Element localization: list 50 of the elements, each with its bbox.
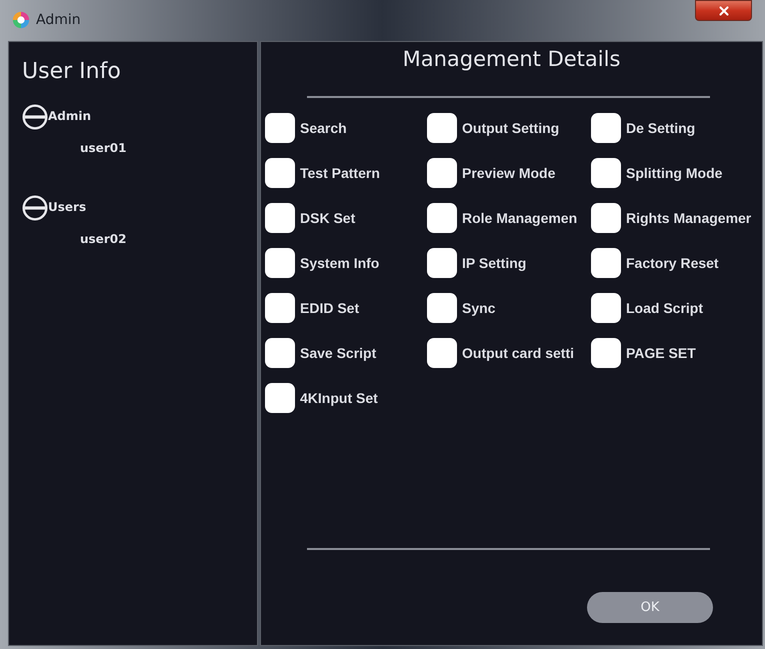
checkbox-label: Search xyxy=(300,119,347,137)
checkbox-label: Load Script xyxy=(626,299,704,317)
checkbox-label: DSK Set xyxy=(300,209,356,227)
checkbox-label: Test Pattern xyxy=(300,164,380,182)
minus-circle-icon[interactable] xyxy=(22,104,48,130)
checkbox[interactable] xyxy=(427,248,457,278)
checkbox[interactable] xyxy=(265,338,295,368)
window-title: Admin xyxy=(36,11,81,29)
checkbox[interactable] xyxy=(265,383,295,413)
checkbox-label: System Info xyxy=(300,254,380,272)
checkbox-label: Preview Mode xyxy=(462,164,556,182)
close-icon xyxy=(716,4,730,18)
checkbox[interactable] xyxy=(591,113,621,143)
checkbox[interactable] xyxy=(427,158,457,188)
checkbox-label: Output card setti xyxy=(462,344,574,362)
checkbox-label: 4KInput Set xyxy=(300,389,378,407)
checkbox-label: Save Script xyxy=(300,344,376,362)
tree-user-item[interactable]: user02 xyxy=(80,231,126,247)
close-button[interactable] xyxy=(695,0,752,21)
checkbox-label: Rights Managemer xyxy=(626,209,752,227)
checkbox[interactable] xyxy=(265,293,295,323)
checkbox-label: Sync xyxy=(462,299,496,317)
checkbox[interactable] xyxy=(427,113,457,143)
checkbox[interactable] xyxy=(591,158,621,188)
minus-circle-icon[interactable] xyxy=(22,195,48,221)
checkbox[interactable] xyxy=(427,338,457,368)
checkbox[interactable] xyxy=(427,293,457,323)
checkbox[interactable] xyxy=(591,338,621,368)
checkbox-label: Output Setting xyxy=(462,119,560,137)
checkbox[interactable] xyxy=(265,158,295,188)
checkbox[interactable] xyxy=(591,203,621,233)
checkbox-label: EDID Set xyxy=(300,299,360,317)
checkbox[interactable] xyxy=(591,293,621,323)
checkbox-label: De Setting xyxy=(626,119,696,137)
checkbox[interactable] xyxy=(591,248,621,278)
panel-title: User Info xyxy=(22,58,121,86)
app-logo-icon xyxy=(12,11,30,29)
checkbox-label: IP Setting xyxy=(462,254,526,272)
tree-group-label[interactable]: Users xyxy=(48,198,86,214)
checkbox[interactable] xyxy=(265,203,295,233)
checkbox[interactable] xyxy=(427,203,457,233)
checkbox-label: Splitting Mode xyxy=(626,164,722,182)
checkbox-label: PAGE SET xyxy=(626,344,696,362)
checkbox-label: Role Managemen xyxy=(462,209,578,227)
checkbox[interactable] xyxy=(265,113,295,143)
checkbox-label: Factory Reset xyxy=(626,254,719,272)
checkbox[interactable] xyxy=(265,248,295,278)
tree-user-item[interactable]: user01 xyxy=(80,140,126,156)
panel-title: Management Details xyxy=(402,46,620,73)
tree-group-label[interactable]: Admin xyxy=(48,108,92,124)
